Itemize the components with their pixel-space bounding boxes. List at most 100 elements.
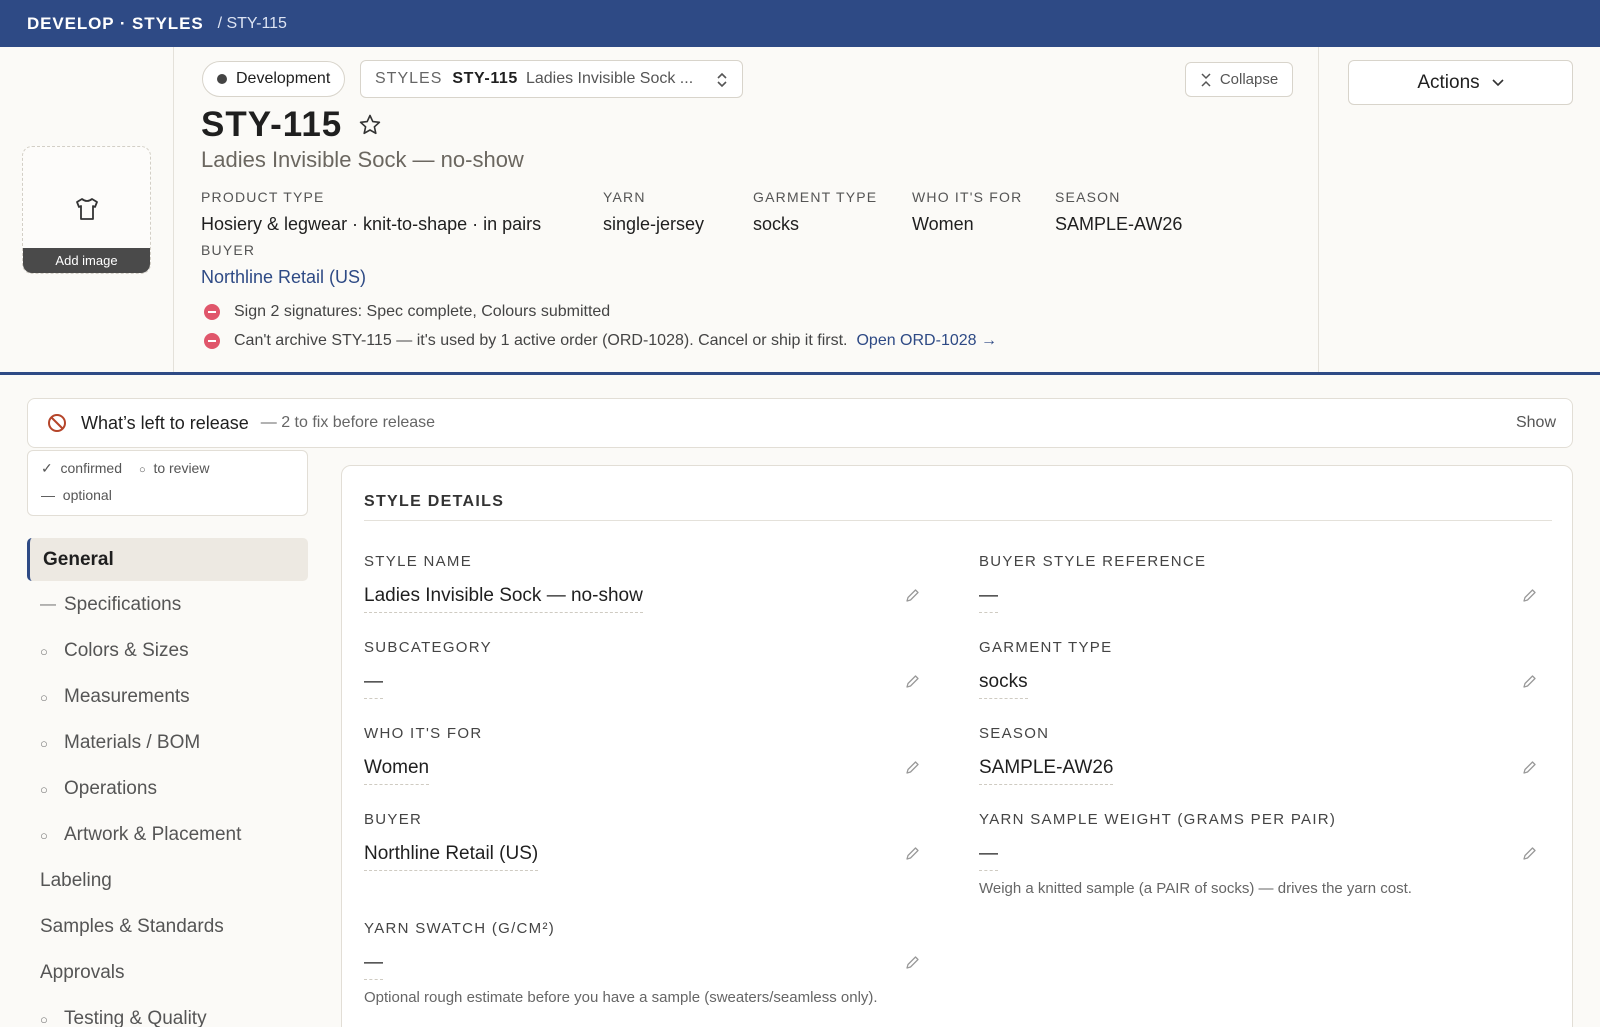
edit-pencil-icon[interactable] bbox=[905, 955, 920, 970]
nav-item-testing-quality[interactable]: ○ Testing & Quality bbox=[40, 1008, 207, 1027]
field-subcategory: SUBCATEGORY — bbox=[364, 639, 492, 699]
edit-pencil-icon[interactable] bbox=[905, 760, 920, 775]
circle-icon: ○ bbox=[139, 464, 146, 476]
actions-button[interactable]: Actions bbox=[1348, 60, 1573, 105]
meta-product-type: PRODUCT TYPE Hosiery & legwear · knit-to… bbox=[201, 189, 541, 235]
star-icon[interactable] bbox=[358, 113, 382, 137]
edit-pencil-icon[interactable] bbox=[1522, 760, 1537, 775]
buyer-link[interactable]: Northline Retail (US) bbox=[201, 267, 366, 288]
meta-value: Hosiery & legwear · knit-to-shape · in p… bbox=[201, 214, 542, 234]
ban-icon bbox=[48, 414, 66, 432]
field-label: WHO IT'S FOR bbox=[364, 725, 483, 742]
circle-icon: ○ bbox=[40, 689, 48, 705]
meta-label: GARMENT TYPE bbox=[753, 189, 878, 205]
edit-pencil-icon[interactable] bbox=[905, 674, 920, 689]
field-buyer: BUYER Northline Retail (US) bbox=[364, 811, 539, 871]
selector-label: STYLES bbox=[375, 70, 443, 87]
chevron-down-icon bbox=[1492, 78, 1504, 86]
field-yarn-swatch: YARN SWATCH (G/CM²) — Optional rough est… bbox=[364, 920, 878, 1006]
field-label: BUYER bbox=[364, 811, 423, 828]
nav-label: Materials / BOM bbox=[64, 732, 201, 753]
nav-label: Operations bbox=[64, 778, 157, 799]
nav-item-approvals[interactable]: Approvals bbox=[40, 962, 125, 984]
top-bar: DEVELOP · STYLES / STY-115 bbox=[0, 0, 1600, 47]
nav-label: Samples & Standards bbox=[40, 916, 224, 937]
image-upload[interactable]: Add image bbox=[22, 146, 151, 274]
meta-label: YARN bbox=[603, 189, 646, 205]
page-title: STY-115 bbox=[201, 105, 343, 144]
show-toggle[interactable]: Show bbox=[1516, 414, 1556, 432]
blocked-icon bbox=[204, 304, 220, 320]
selector-name: Ladies Invisible Sock ... bbox=[525, 70, 694, 87]
circle-icon: ○ bbox=[40, 1011, 48, 1027]
meta-who-for: WHO IT'S FOR Women bbox=[912, 189, 1022, 235]
legend-optional: — optional bbox=[41, 487, 112, 503]
nav-item-colors-sizes[interactable]: ○ Colors & Sizes bbox=[40, 640, 189, 662]
subcategory-value[interactable]: — bbox=[364, 671, 383, 699]
field-label: YARN SAMPLE WEIGHT (GRAMS PER PAIR) bbox=[979, 811, 1337, 828]
field-buyer-style-reference: BUYER STYLE REFERENCE — bbox=[979, 553, 1206, 613]
style-selector[interactable]: STYLES STY-115 Ladies Invisible Sock ... bbox=[360, 60, 743, 98]
field-label: STYLE NAME bbox=[364, 553, 473, 570]
buyer-ref-value[interactable]: — bbox=[979, 585, 998, 613]
actions-label: Actions bbox=[1417, 71, 1480, 93]
breadcrumb[interactable]: / STY-115 bbox=[218, 15, 287, 33]
nav-label: Testing & Quality bbox=[64, 1008, 207, 1027]
warning-text: Can't archive STY-115 — it's used by 1 a… bbox=[234, 332, 848, 349]
field-hint: Optional rough estimate before you have … bbox=[364, 989, 878, 1006]
style-name-value[interactable]: Ladies Invisible Sock — no-show bbox=[364, 585, 643, 613]
nav-label: Approvals bbox=[40, 962, 125, 983]
meta-yarn: YARN single-jersey bbox=[603, 189, 704, 235]
release-summary: — 2 to fix before release bbox=[260, 414, 436, 431]
status-badge[interactable]: Development bbox=[202, 61, 346, 97]
nav-item-general[interactable]: General bbox=[27, 538, 308, 581]
open-order-link[interactable]: Open ORD-1028 → bbox=[856, 332, 997, 350]
nav-label: Labeling bbox=[40, 870, 112, 891]
app-brand[interactable]: DEVELOP · STYLES bbox=[27, 14, 204, 34]
legend-label: to review bbox=[153, 460, 210, 476]
edit-pencil-icon[interactable] bbox=[1522, 846, 1537, 861]
yarn-weight-value[interactable]: — bbox=[979, 843, 998, 871]
legend-label: optional bbox=[62, 487, 112, 503]
meta-label: WHO IT'S FOR bbox=[912, 189, 1023, 205]
meta-value: SAMPLE-AW26 bbox=[1055, 214, 1183, 234]
field-hint: Weigh a knitted sample (a PAIR of socks)… bbox=[979, 880, 1412, 897]
status-label: Development bbox=[236, 70, 331, 87]
nav-item-materials-bom[interactable]: ○ Materials / BOM bbox=[40, 732, 200, 754]
legend-label: confirmed bbox=[60, 460, 122, 476]
divider bbox=[173, 47, 174, 372]
season-value[interactable]: SAMPLE-AW26 bbox=[979, 757, 1114, 785]
nav-item-operations[interactable]: ○ Operations bbox=[40, 778, 157, 800]
field-season: SEASON SAMPLE-AW26 bbox=[979, 725, 1114, 785]
meta-season: SEASON SAMPLE-AW26 bbox=[1055, 189, 1182, 235]
warning-signatures: Sign 2 signatures: Spec complete, Colour… bbox=[204, 303, 610, 321]
meta-label: BUYER bbox=[201, 242, 256, 258]
legend-to-review: ○ to review bbox=[139, 460, 209, 476]
collapse-icon bbox=[1201, 72, 1211, 87]
nav-item-measurements[interactable]: ○ Measurements bbox=[40, 686, 190, 708]
nav-label: Colors & Sizes bbox=[64, 640, 189, 661]
release-title: What’s left to release bbox=[81, 412, 249, 433]
nav-item-samples-standards[interactable]: Samples & Standards bbox=[40, 916, 224, 938]
edit-pencil-icon[interactable] bbox=[905, 588, 920, 603]
nav-item-artwork-placement[interactable]: ○ Artwork & Placement bbox=[40, 824, 241, 846]
buyer-value[interactable]: Northline Retail (US) bbox=[364, 843, 539, 871]
yarn-swatch-value[interactable]: — bbox=[364, 952, 383, 980]
meta-label: PRODUCT TYPE bbox=[201, 189, 325, 205]
selector-code: STY-115 bbox=[452, 70, 518, 87]
nav-item-labeling[interactable]: Labeling bbox=[40, 870, 112, 892]
nav-item-specifications[interactable]: — Specifications bbox=[40, 594, 181, 616]
field-label: GARMENT TYPE bbox=[979, 639, 1113, 656]
edit-pencil-icon[interactable] bbox=[905, 846, 920, 861]
meta-value: Women bbox=[912, 214, 974, 234]
dash-icon: — bbox=[41, 487, 55, 503]
edit-pencil-icon[interactable] bbox=[1522, 674, 1537, 689]
collapse-button[interactable]: Collapse bbox=[1185, 62, 1293, 97]
chevron-updown-icon bbox=[717, 72, 727, 88]
garment-type-value[interactable]: socks bbox=[979, 671, 1028, 699]
nav-label: Measurements bbox=[64, 686, 190, 707]
edit-pencil-icon[interactable] bbox=[1522, 588, 1537, 603]
who-for-value[interactable]: Women bbox=[364, 757, 430, 785]
add-image-button[interactable]: Add image bbox=[23, 248, 150, 273]
divider bbox=[364, 520, 1552, 521]
